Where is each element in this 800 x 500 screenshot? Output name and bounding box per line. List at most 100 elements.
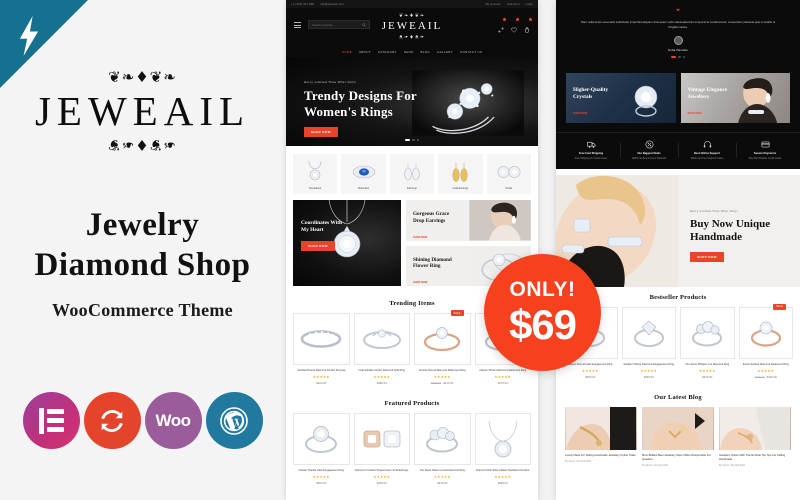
nav-item-category[interactable]: CATEGORY [378,50,397,54]
promo-copy: Hurry Limited Time Offer Only! Buy Now U… [678,175,800,287]
blog-card[interactable]: Jewellery Online With Trends What Top Ti… [719,406,791,467]
feature-item: Free Fast Shipping Free Shipping On Orde… [562,140,620,160]
product-card[interactable]: SALE Exotic Swirled Diamond Statement Ri… [738,303,793,379]
cart-icon[interactable] [524,18,532,38]
product-card[interactable]: SALE Sunrise Round Diamond Statement Rin… [414,310,471,385]
banner-cta-link[interactable]: SHOP NOW [573,112,587,115]
banner-title-line-1: Gorgeous Grace [413,211,450,217]
nav-item-gallery[interactable]: GALLERY [437,50,453,54]
feature-title: Our Biggest Deals [637,152,661,156]
product-name: Exotic Swirled Diamond Statement Ring [742,362,789,366]
promo-cta-button[interactable]: SHOP NOW [690,251,724,262]
category-card[interactable]: Gold Earrings [438,154,483,194]
category-card[interactable]: Earrings [389,154,435,194]
nav-item-about[interactable]: ABOUT [359,50,371,54]
product-image [414,412,471,465]
banner-title-line-1: Shining Diamond [413,256,452,263]
site-header: Search products... ❦❧♦❦❧ JEWEAIL ❦❧♦❦❧ [286,8,538,46]
hero-title-line-2: Women's Rings [304,103,393,119]
topbar-link-checkout[interactable]: Checkout [507,3,520,6]
product-image: SALE [738,303,793,359]
nav-item-home[interactable]: HOME [342,50,352,54]
elementor-badge [22,392,80,449]
banner-title-line-2: Drop Earrings [413,217,446,224]
banner-copy: Vintage Elegance Jewellery SHOP NOW [688,87,740,119]
banner-cta-link[interactable]: SHOP NOW [413,281,427,284]
slider-dots[interactable] [286,138,538,141]
banner-title-line-2: Flower Ring [413,263,441,270]
rating-stars: ★★★★★ [312,474,330,479]
product-card[interactable]: Trio Stone Wave Curved Diamond Ring ★★★★… [414,412,471,485]
feature-subtitle: Within an Hour Support Online [690,156,724,160]
hero-title: Trendy Designs For Women's Rings [304,88,424,120]
product-card[interactable]: Oval Solitaire Gothic Diamond Split Ring… [353,313,410,385]
banner-higher-quality-crystals[interactable]: Higher-Quality Crystals SHOP NOW [566,73,676,124]
topbar-link-account[interactable]: My Account [486,3,501,6]
blog-card[interactable]: Lovely Ideas For Selling Handmade Jewell… [565,406,637,467]
product-sale-price: $340.00 [766,374,777,379]
blog-thumbnail [565,406,637,450]
category-card[interactable]: Necklaces [293,154,338,194]
gold-earrings-icon [440,159,480,184]
nav-item-blog[interactable]: BLOG [421,50,431,54]
category-card[interactable]: Bracelets [341,154,386,194]
product-name: Diamond Pamphlet Classic Necklace Pendan… [476,468,530,472]
product-price: $520.00 [316,480,327,485]
hero-cta-button[interactable]: SHOP NOW [304,126,338,137]
product-name: Sunrise Round Diamond Statement Ring [418,369,466,372]
price-badge-label: ONLY! [509,278,576,301]
banner-cta-button[interactable]: SHOP NOW [301,241,335,252]
banner-cta-link[interactable]: SHOP NOW [413,236,427,239]
topbar-link-login[interactable]: Login [526,3,533,6]
product-price: $455.00 [585,374,596,379]
wordpress-icon [220,406,248,435]
blog-card[interactable]: Most Brilliant Best Jewellery Store Offe… [642,406,714,467]
rating-stars: ★★★★★ [373,474,391,479]
blog-section-title: Our Latest Blog [654,393,702,401]
banner-copy: Higher-Quality Crystals SHOP NOW [573,87,625,119]
rating-stars: ★★★★★ [433,474,451,479]
blog-meta: By Admin | 24 April 2024 [565,459,592,463]
rating-stars: ★★★★★ [494,474,512,479]
price-badge-amount: $69 [508,301,577,348]
testimonial-quote: Nam nulla turpis venenatis sollicitudin … [580,20,776,29]
product-name: Trio Stone Whisper Cut Diamond Ring [685,362,730,366]
product-card[interactable]: Certified Round Diamond Perfect Promise … [293,313,350,385]
banner-coordinates[interactable]: Coordinates With My Heart SHOP NOW [293,200,401,286]
banner-cta-link[interactable]: SHOP NOW [688,112,702,115]
nav-item-shop[interactable]: SHOP [404,50,414,54]
product-image: SALE [414,310,471,365]
product-card[interactable]: Trio Stone Whisper Cut Diamond Ring ★★★★… [680,306,735,379]
banner-title-line-1: Higher-Quality [573,87,609,94]
headset-icon [680,140,734,149]
homepage-mockup: +1 (234) 567-890 info@jeweail.com My Acc… [286,0,538,500]
category-label: Gold Earrings [452,187,469,190]
product-card[interactable]: Diamond Cushion Shaped Gem Stud Earrings… [353,412,410,485]
banner-drop-earrings[interactable]: Gorgeous Grace Drop Earrings SHOP NOW [406,200,531,241]
product-price: $265.00 [376,480,387,485]
product-card[interactable]: Classic Twinkle Halo Engagement Ring ★★★… [293,412,350,485]
feature-subtitle: Pay With Multiple Credit Cards [748,156,782,160]
product-image [353,412,410,465]
diamond-ring-photo [412,70,524,136]
product-sale-price: $310.00 [443,380,454,385]
product-card[interactable]: Diamond Pamphlet Classic Necklace Pendan… [474,412,531,485]
feature-item: Secure Payments Pay With Multiple Credit… [736,140,794,160]
category-card[interactable]: Studs [486,154,532,194]
product-image [293,412,350,465]
product-name: Certified Round Diamond Perfect Promise [297,369,346,372]
testimonial-dots[interactable] [578,55,778,59]
inner-pages-mockup: ❞ Nam nulla turpis venenatis sollicitudi… [556,0,800,500]
product-card[interactable]: Radiant Tribute Diamond Engagement Ring … [621,306,676,379]
blog-meta: By Admin | 09 April 2024 [719,463,746,467]
blog-grid: Lovely Ideas For Selling Handmade Jewell… [556,406,800,477]
promo-title: Buy Now Unique Handmade [690,218,800,245]
service-features: Free Fast Shipping Free Shipping On Orde… [556,132,800,169]
woocommerce-label: Woo [155,410,191,430]
stud-earrings-icon [489,159,529,184]
wishlist-icon[interactable] [511,18,519,38]
banner-vintage-elegance[interactable]: Vintage Elegance Jewellery SHOP NOW [680,73,790,124]
nav-item-contact[interactable]: CONTACT US [460,50,482,54]
compare-icon[interactable] [498,18,506,38]
site-topbar: +1 (234) 567-890 info@jeweail.com My Acc… [286,0,538,8]
